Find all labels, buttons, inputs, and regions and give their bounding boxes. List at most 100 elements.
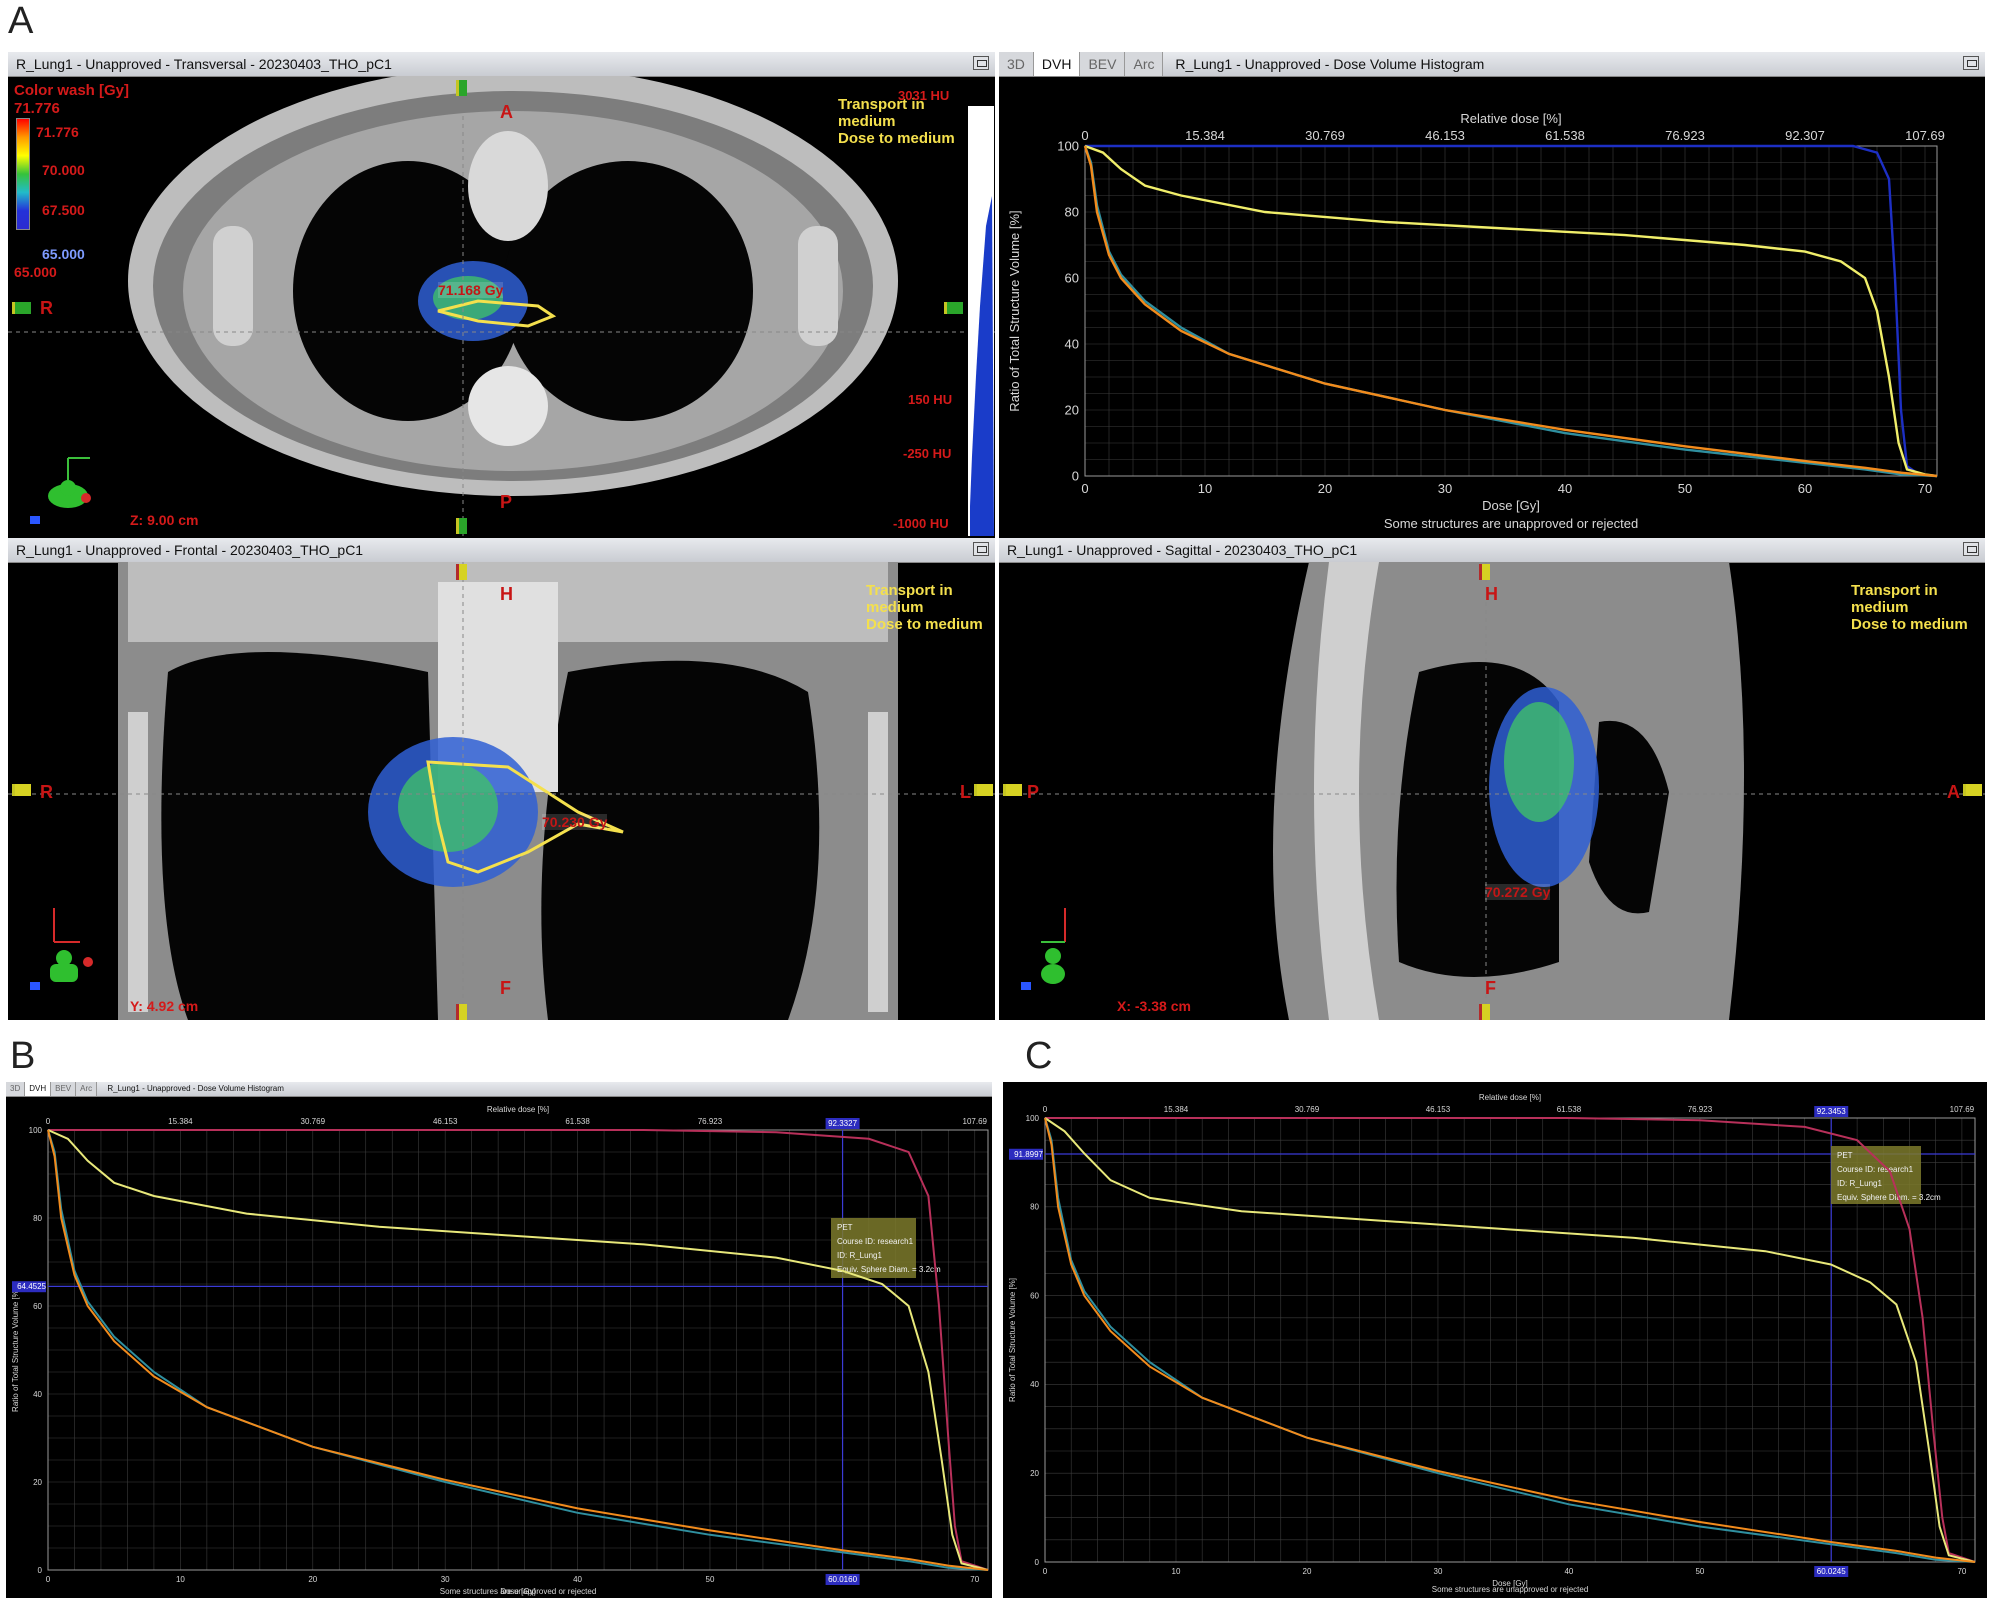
orient-head: H xyxy=(500,584,513,604)
dvh-title: R_Lung1 - Unapproved - Dose Volume Histo… xyxy=(1175,56,1485,72)
y-tick-label: 100 xyxy=(1026,1114,1040,1123)
tooltip-line: Course ID: research1 xyxy=(837,1237,914,1246)
dose-point-label: 70.272 Gy xyxy=(1485,884,1551,900)
tooltip-line: Equiv. Sphere Diam. = 3.2cm xyxy=(837,1265,941,1274)
color-wash-tick-top: 71.776 xyxy=(36,124,79,140)
dvh-titlebar: 3D DVH BEV Arc R_Lung1 - Unapproved - Dose … xyxy=(999,52,1985,77)
dose-point-label: 70.230 Gy xyxy=(542,814,608,830)
orient-right: R xyxy=(40,782,53,802)
dvh-b-view[interactable]: 3D DVH BEV Arc R_Lung1 - Unapproved - Dose … xyxy=(6,1082,992,1598)
x-tick-label: 70 xyxy=(1918,481,1932,496)
top-tick-label: 76.923 xyxy=(1665,128,1705,143)
maximize-icon[interactable] xyxy=(973,56,989,70)
z-coordinate: Z: 9.00 cm xyxy=(130,512,199,528)
dvh-chart-b[interactable]: 010203040506070020406080100015.38430.769… xyxy=(6,1096,992,1598)
color-wash-tick-70: 70.000 xyxy=(42,162,85,178)
top-tick-label: 46.153 xyxy=(1426,1105,1451,1114)
transport-label: Transport in medium Dose to medium xyxy=(866,582,983,633)
top-tick-label: 46.153 xyxy=(1425,128,1465,143)
tab-arc[interactable]: Arc xyxy=(1125,52,1164,76)
maximize-icon[interactable] xyxy=(1963,542,1979,556)
y-tick-label: 0 xyxy=(1035,1558,1040,1567)
tab-3d[interactable]: 3D xyxy=(6,1082,26,1096)
marker-right[interactable] xyxy=(944,302,963,314)
top-axis-label: Relative dose [%] xyxy=(1479,1093,1541,1102)
marker-top[interactable] xyxy=(456,564,467,580)
marker-left[interactable] xyxy=(12,784,31,796)
color-wash-label: Color wash [Gy] xyxy=(14,82,130,99)
x-tick-label: 70 xyxy=(1957,1567,1966,1576)
top-tick-label: 30.769 xyxy=(301,1117,326,1126)
x-tick-label: 30 xyxy=(441,1575,450,1584)
marker-bottom[interactable] xyxy=(1479,1004,1490,1020)
x-coordinate: X: -3.38 cm xyxy=(1117,998,1191,1014)
frontal-titlebar: R_Lung1 - Unapproved - Frontal - 2023040… xyxy=(8,538,995,563)
tab-arc[interactable]: Arc xyxy=(76,1082,98,1096)
cursor-top-value: 92.3453 xyxy=(1817,1107,1846,1116)
top-tick-label: 30.769 xyxy=(1305,128,1345,143)
tooltip-line: ID: R_Lung1 xyxy=(1837,1179,1882,1188)
top-tick-label: 107.69 xyxy=(1905,128,1945,143)
dvh-main-view[interactable]: 3D DVH BEV Arc R_Lung1 - Unapproved - Dose … xyxy=(999,52,1985,538)
top-tick-label: 15.384 xyxy=(1185,128,1225,143)
top-tick-label: 0 xyxy=(46,1117,51,1126)
transport-line2: medium xyxy=(866,599,924,616)
cursor-left-value: 91.8997 xyxy=(1014,1150,1043,1159)
y-tick-label: 100 xyxy=(29,1126,43,1135)
tab-dvh[interactable]: DVH xyxy=(1033,52,1081,76)
dvh-chart-c[interactable]: 010203040506070020406080100015.38430.769… xyxy=(1003,1082,1987,1598)
patient-orientation-icon xyxy=(30,908,93,990)
top-tick-label: 61.538 xyxy=(1557,1105,1582,1114)
marker-top[interactable] xyxy=(1479,564,1490,580)
tab-bev[interactable]: BEV xyxy=(1080,52,1126,76)
x-tick-label: 20 xyxy=(1318,481,1332,496)
x-tick-label: 40 xyxy=(1558,481,1572,496)
tooltip-line: Equiv. Sphere Diam. = 3.2cm xyxy=(1837,1193,1941,1202)
x-tick-label: 40 xyxy=(1564,1567,1573,1576)
y-tick-label: 0 xyxy=(38,1566,43,1575)
marker-left[interactable] xyxy=(12,302,31,314)
color-wash-min: 65.000 xyxy=(14,264,57,280)
transversal-view[interactable]: R_Lung1 - Unapproved - Transversal - 202… xyxy=(8,52,995,538)
cursor-bottom-value: 60.0245 xyxy=(1817,1567,1846,1576)
marker-right[interactable] xyxy=(974,784,993,796)
orient-anterior: A xyxy=(1947,782,1960,802)
x-tick-label: 10 xyxy=(1198,481,1212,496)
marker-right[interactable] xyxy=(1963,784,1982,796)
color-wash-bar[interactable] xyxy=(16,118,30,230)
y-tick-label: 60 xyxy=(1030,1291,1039,1300)
marker-bottom[interactable] xyxy=(456,1004,467,1020)
orient-left: L xyxy=(960,782,971,802)
hu-150: 150 HU xyxy=(908,392,953,407)
top-tick-label: 46.153 xyxy=(433,1117,458,1126)
dvh-c-view[interactable]: 010203040506070020406080100015.38430.769… xyxy=(1003,1082,1987,1598)
marker-left[interactable] xyxy=(1003,784,1022,796)
frontal-view[interactable]: R_Lung1 - Unapproved - Frontal - 2023040… xyxy=(8,538,995,1020)
footer-note: Some structures are unapproved or reject… xyxy=(1432,1585,1589,1594)
x-axis-label: Dose [Gy] xyxy=(1482,498,1540,513)
tooltip-line: PET xyxy=(837,1223,853,1232)
maximize-icon[interactable] xyxy=(1963,56,1979,70)
transport-line1: Transport in xyxy=(1851,582,1938,599)
top-tick-label: 15.384 xyxy=(1164,1105,1189,1114)
sagittal-titlebar: R_Lung1 - Unapproved - Sagittal - 202304… xyxy=(999,538,1985,563)
y-tick-label: 60 xyxy=(1065,271,1079,286)
tab-3d[interactable]: 3D xyxy=(999,52,1034,76)
y-axis-label: Ratio of Total Structure Volume [%] xyxy=(11,1288,20,1412)
x-tick-label: 0 xyxy=(46,1575,51,1584)
tab-bev[interactable]: BEV xyxy=(51,1082,77,1096)
tab-dvh[interactable]: DVH xyxy=(25,1082,52,1096)
sagittal-view[interactable]: R_Lung1 - Unapproved - Sagittal - 202304… xyxy=(999,538,1985,1020)
marker-bottom[interactable] xyxy=(456,518,467,534)
dvh-chart-a[interactable]: 0 10 20 30 40 50 60 700204060801000 15.384 30.769… xyxy=(999,76,1985,538)
color-wash-max: 71.776 xyxy=(14,100,60,117)
dvh-b-titlebar: 3D DVH BEV Arc R_Lung1 - Unapproved - Dose … xyxy=(6,1082,992,1097)
marker-top[interactable] xyxy=(456,80,467,96)
ct-sagittal-image[interactable] xyxy=(999,562,1985,1020)
ct-frontal-image[interactable] xyxy=(8,562,995,1020)
transversal-title: R_Lung1 - Unapproved - Transversal - 202… xyxy=(16,56,392,72)
maximize-icon[interactable] xyxy=(973,542,989,556)
footer-note: Some structures are unapproved or reject… xyxy=(1384,516,1638,531)
transport-line3: Dose to medium xyxy=(1851,616,1968,633)
y-tick-label: 100 xyxy=(1057,139,1079,154)
